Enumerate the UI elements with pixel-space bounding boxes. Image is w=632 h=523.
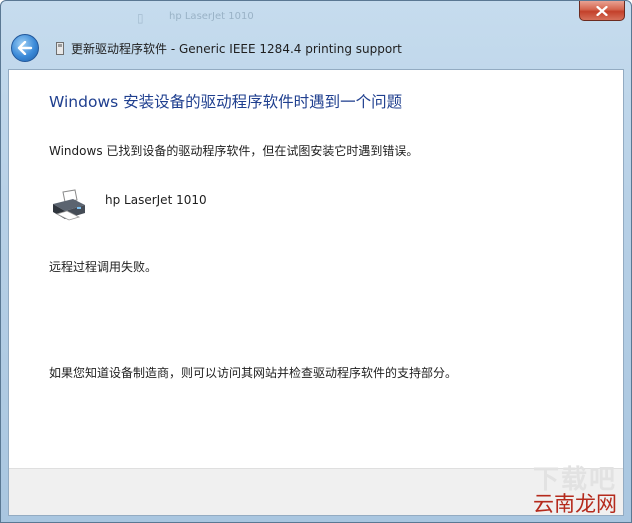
printer-icon xyxy=(53,189,85,221)
window-title: 更新驱动程序软件 - Generic IEEE 1284.4 printing … xyxy=(71,41,402,56)
back-arrow-icon xyxy=(17,41,33,55)
error-message: Windows 已找到设备的驱动程序软件，但在试图安装它时遇到错误。 xyxy=(49,144,419,158)
device-row: hp LaserJet 1010 xyxy=(49,188,207,224)
close-icon xyxy=(596,5,608,16)
device-name: hp LaserJet 1010 xyxy=(105,193,207,207)
error-detail: 远程过程调用失败。 xyxy=(49,260,158,274)
background-window-caption: hp LaserJet 1010 xyxy=(169,11,254,22)
wizard-icon xyxy=(55,41,65,55)
title-bar: 更新驱动程序软件 - Generic IEEE 1284.4 printing … xyxy=(7,31,621,65)
page-heading: Windows 安装设备的驱动程序软件时遇到一个问题 xyxy=(49,93,403,111)
manufacturer-hint: 如果您知道设备制造商，则可以访问其网站并检查驱动程序软件的支持部分。 xyxy=(49,366,458,380)
dialog-footer xyxy=(9,468,623,515)
wizard-content: Windows 安装设备的驱动程序软件时遇到一个问题 Windows 已找到设备… xyxy=(8,69,624,516)
background-window-icon: ▯ xyxy=(137,11,144,25)
dialog-window: ▯ hp LaserJet 1010 更新驱动程序软件 - Generic IE… xyxy=(0,0,632,523)
watermark-site: 云南龙网 xyxy=(533,492,617,516)
close-button[interactable] xyxy=(579,1,625,21)
back-button[interactable] xyxy=(11,34,39,62)
